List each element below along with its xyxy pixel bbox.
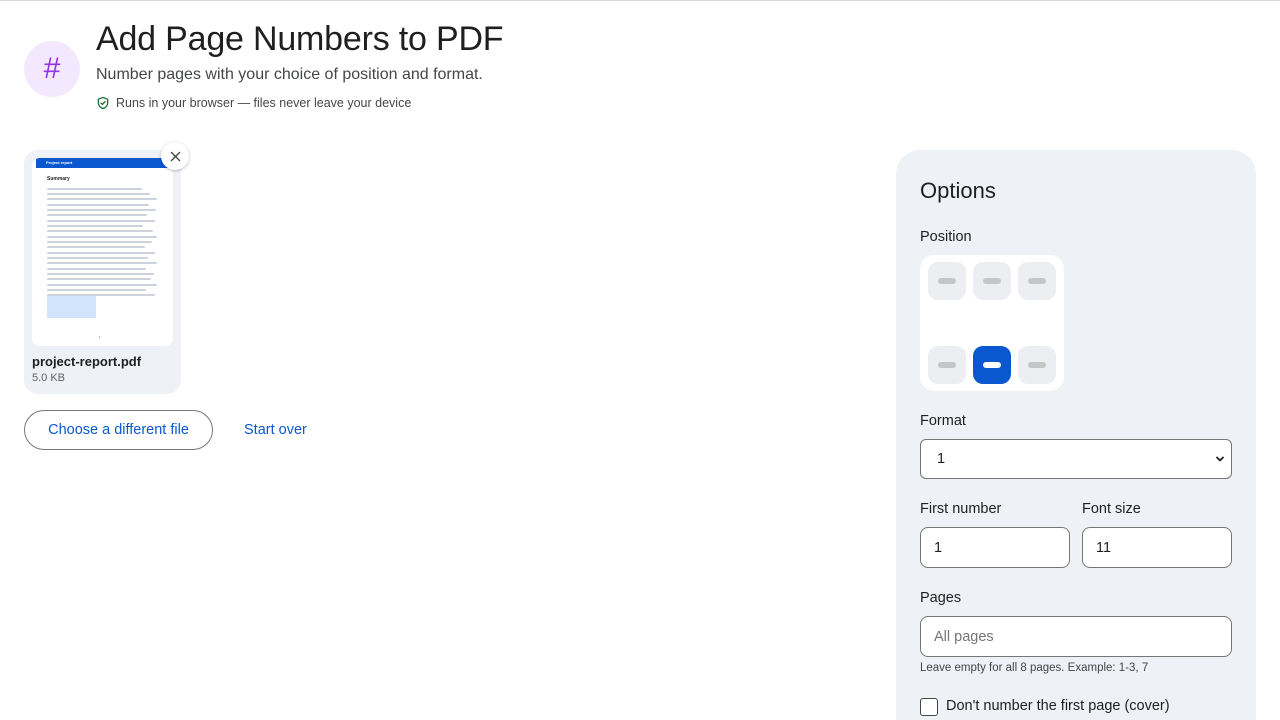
- pages-label: Pages: [920, 590, 962, 606]
- file-card: Project report Summary 1 project-report.…: [24, 150, 181, 394]
- thumbnail-text-line: [47, 273, 154, 275]
- format-label: Format: [920, 413, 966, 429]
- file-size: 5.0 KB: [32, 372, 66, 384]
- shield-check-icon: [97, 96, 109, 110]
- thumbnail-text-line: [47, 257, 148, 259]
- position-top-center[interactable]: [973, 262, 1011, 300]
- close-icon: [170, 151, 180, 161]
- thumbnail-text-line: [47, 188, 142, 190]
- position-label: Position: [920, 229, 972, 245]
- position-dash-icon: [938, 278, 956, 284]
- first-number-input[interactable]: 1: [920, 527, 1070, 568]
- thumbnail-text-line: [47, 230, 153, 232]
- first-number-label: First number: [920, 501, 1002, 517]
- position-bottom-left[interactable]: [928, 346, 966, 384]
- pdf-thumbnail: Project report Summary 1: [32, 158, 173, 346]
- thumbnail-text-line: [47, 225, 143, 227]
- thumbnail-text-line: [47, 262, 157, 264]
- position-grid: [920, 255, 1064, 391]
- font-size-label: Font size: [1082, 501, 1141, 517]
- page-subtitle: Number pages with your choice of positio…: [96, 66, 483, 83]
- position-dash-icon: [1028, 362, 1046, 368]
- skip-first-page-label[interactable]: Don't number the first page (cover): [946, 698, 1170, 714]
- thumbnail-text-line: [47, 193, 150, 195]
- options-panel: Options Position Format 1 First number 1…: [896, 150, 1256, 720]
- thumbnail-header-text: Project report: [46, 160, 73, 165]
- choose-different-file-button[interactable]: Choose a different file: [24, 410, 213, 450]
- position-top-left[interactable]: [928, 262, 966, 300]
- thumbnail-text-line: [47, 214, 147, 216]
- thumbnail-text-line: [47, 246, 145, 248]
- thumbnail-text-line: [47, 284, 157, 286]
- thumbnail-text-line: [47, 204, 149, 206]
- position-dash-icon: [1028, 278, 1046, 284]
- position-dash-icon: [938, 362, 956, 368]
- thumbnail-heading: Summary: [47, 176, 70, 182]
- position-top-right[interactable]: [1018, 262, 1056, 300]
- privacy-note: Runs in your browser — files never leave…: [96, 96, 411, 110]
- thumbnail-text-line: [47, 268, 146, 270]
- options-title: Options: [920, 178, 996, 203]
- remove-file-button[interactable]: [161, 142, 189, 170]
- position-dash-icon: [983, 362, 1001, 368]
- thumbnail-text-line: [47, 236, 157, 238]
- pages-hint: Leave empty for all 8 pages. Example: 1-…: [920, 662, 1149, 674]
- font-size-input[interactable]: 11: [1082, 527, 1232, 568]
- chevron-down-icon: [1216, 456, 1224, 462]
- pages-input[interactable]: All pages: [920, 616, 1232, 657]
- skip-first-page-checkbox[interactable]: [920, 698, 938, 716]
- format-select-value: 1: [937, 451, 946, 467]
- format-select[interactable]: 1: [920, 439, 1232, 479]
- thumbnail-text-line: [47, 220, 155, 222]
- page-title: Add Page Numbers to PDF: [96, 20, 504, 58]
- thumbnail-text-line: [47, 252, 155, 254]
- thumbnail-text-line: [47, 198, 157, 200]
- thumbnail-text-line: [47, 241, 152, 243]
- thumbnail-page-number: 1: [99, 335, 101, 339]
- top-divider: [0, 0, 1280, 1]
- hash-glyph: #: [43, 52, 61, 85]
- privacy-text: Runs in your browser — files never leave…: [116, 96, 412, 110]
- position-dash-icon: [983, 278, 1001, 284]
- position-bottom-right[interactable]: [1018, 346, 1056, 384]
- hash-icon: #: [24, 41, 80, 97]
- position-bottom-center[interactable]: [973, 346, 1011, 384]
- thumbnail-text-line: [47, 278, 151, 280]
- file-name: project-report.pdf: [32, 354, 142, 369]
- start-over-button[interactable]: Start over: [232, 410, 319, 450]
- thumbnail-text-line: [47, 289, 146, 291]
- thumbnail-image-block: [47, 296, 96, 318]
- thumbnail-text-line: [47, 209, 156, 211]
